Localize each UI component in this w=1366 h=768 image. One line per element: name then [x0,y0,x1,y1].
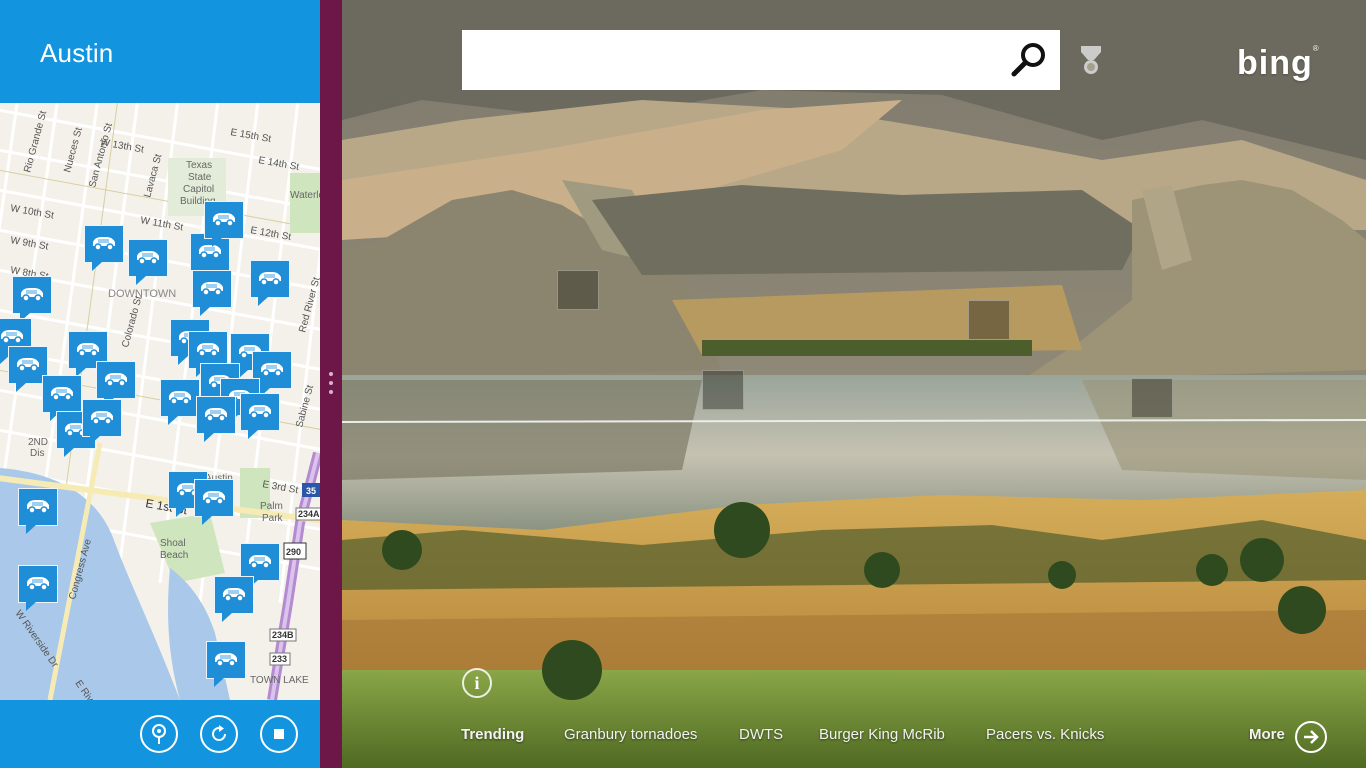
place-label: Beach [160,550,188,561]
splitter-grip-dot [329,372,333,376]
car-icon [51,387,73,401]
car-marker[interactable] [206,641,246,687]
car-marker[interactable] [192,270,232,316]
car-icon [21,288,43,302]
car-marker[interactable] [194,479,234,525]
car-icon [77,343,99,357]
place-label: TOWN LAKE [250,675,309,686]
place-label: Waterlo [290,190,320,201]
car-icon [197,343,219,357]
car-icon [215,653,237,667]
search-button[interactable] [1010,40,1050,80]
place-label: 2ND [28,437,48,448]
car-marker[interactable] [18,565,58,611]
info-icon: i [474,672,480,693]
place-label: Dis [30,448,44,459]
car-icon [105,373,127,387]
bing-logo[interactable]: bing® [1237,44,1320,83]
car-marker[interactable] [12,276,52,322]
place-label: Palm [260,501,283,512]
trending-item[interactable]: Burger King McRib [819,726,945,743]
car-marker[interactable] [196,396,236,442]
car-marker[interactable] [250,260,290,306]
trending-bar: Trending Granbury tornadoes DWTS Burger … [342,718,1366,752]
car-marker[interactable] [84,225,124,271]
stop-icon [274,729,284,739]
car-icon [169,391,191,405]
app-bar [0,700,320,768]
svg-text:234B: 234B [272,630,294,640]
car-icon [205,408,227,422]
car-icon [213,213,235,227]
svg-text:234A: 234A [298,509,320,519]
car-marker[interactable] [204,201,244,247]
map-view[interactable]: E 15th St E 14th St W 13th St E 12th St … [0,103,320,700]
map-pin-icon [152,724,166,744]
image-hotspot[interactable] [702,370,744,410]
search-icon [1011,43,1045,77]
car-icon [259,272,281,286]
car-marker[interactable] [82,399,122,445]
car-icon [93,237,115,251]
svg-text:35: 35 [306,486,316,496]
image-hotspot[interactable] [968,300,1010,340]
stop-button[interactable] [260,715,298,753]
car-marker[interactable] [240,393,280,439]
car-marker[interactable] [128,239,168,285]
car-marker[interactable] [214,576,254,622]
car-icon [137,251,159,265]
image-hotspot[interactable] [1131,378,1173,418]
refresh-button[interactable] [200,715,238,753]
trending-item[interactable]: Pacers vs. Knicks [986,726,1104,743]
car-icon [249,405,271,419]
city-title: Austin [40,38,114,68]
car-marker[interactable] [18,488,58,534]
more-link[interactable]: More [1249,726,1285,743]
locate-button[interactable] [140,715,178,753]
car-icon [17,358,39,372]
car-icon [1,330,23,344]
splitter-grip-dot [329,390,333,394]
arrow-right-icon [1304,730,1319,744]
app-header: Austin [0,0,320,103]
place-label: Park [262,513,284,524]
image-hotspot[interactable] [557,270,599,310]
refresh-icon [212,725,226,741]
trademark-mark: ® [1312,44,1320,53]
place-label: Capitol [183,184,214,195]
background-photo [342,0,1366,768]
place-label: Texas [186,160,212,171]
snap-splitter[interactable] [320,0,342,768]
car-icon [27,577,49,591]
car-icon [91,411,113,425]
car-icon [261,363,283,377]
svg-text:290: 290 [286,547,301,557]
svg-text:233: 233 [272,654,287,664]
place-label: State [188,172,212,183]
snapped-map-app: Austin E 15th St E 14th St W 13th St E 1… [0,0,320,768]
search-box [462,30,1060,90]
more-arrow-button[interactable] [1295,721,1327,753]
car-icon [201,282,223,296]
search-input[interactable] [462,30,1002,90]
bing-logo-text: bing [1237,44,1313,82]
car-icon [223,588,245,602]
place-label: Shoal [160,538,186,549]
info-button[interactable]: i [462,668,492,698]
car-icon [203,491,225,505]
trending-item[interactable]: DWTS [739,726,783,743]
bing-app: bing® i Trending Granbury tornadoes DWTS… [342,0,1366,768]
car-icon [27,500,49,514]
place-label: DOWNTOWN [108,288,176,300]
trending-label: Trending [461,726,525,743]
car-icon [249,555,271,569]
trending-item[interactable]: Granbury tornadoes [564,726,697,743]
splitter-grip-dot [329,381,333,385]
rewards-icon[interactable] [1080,44,1102,76]
car-marker[interactable] [160,379,200,425]
